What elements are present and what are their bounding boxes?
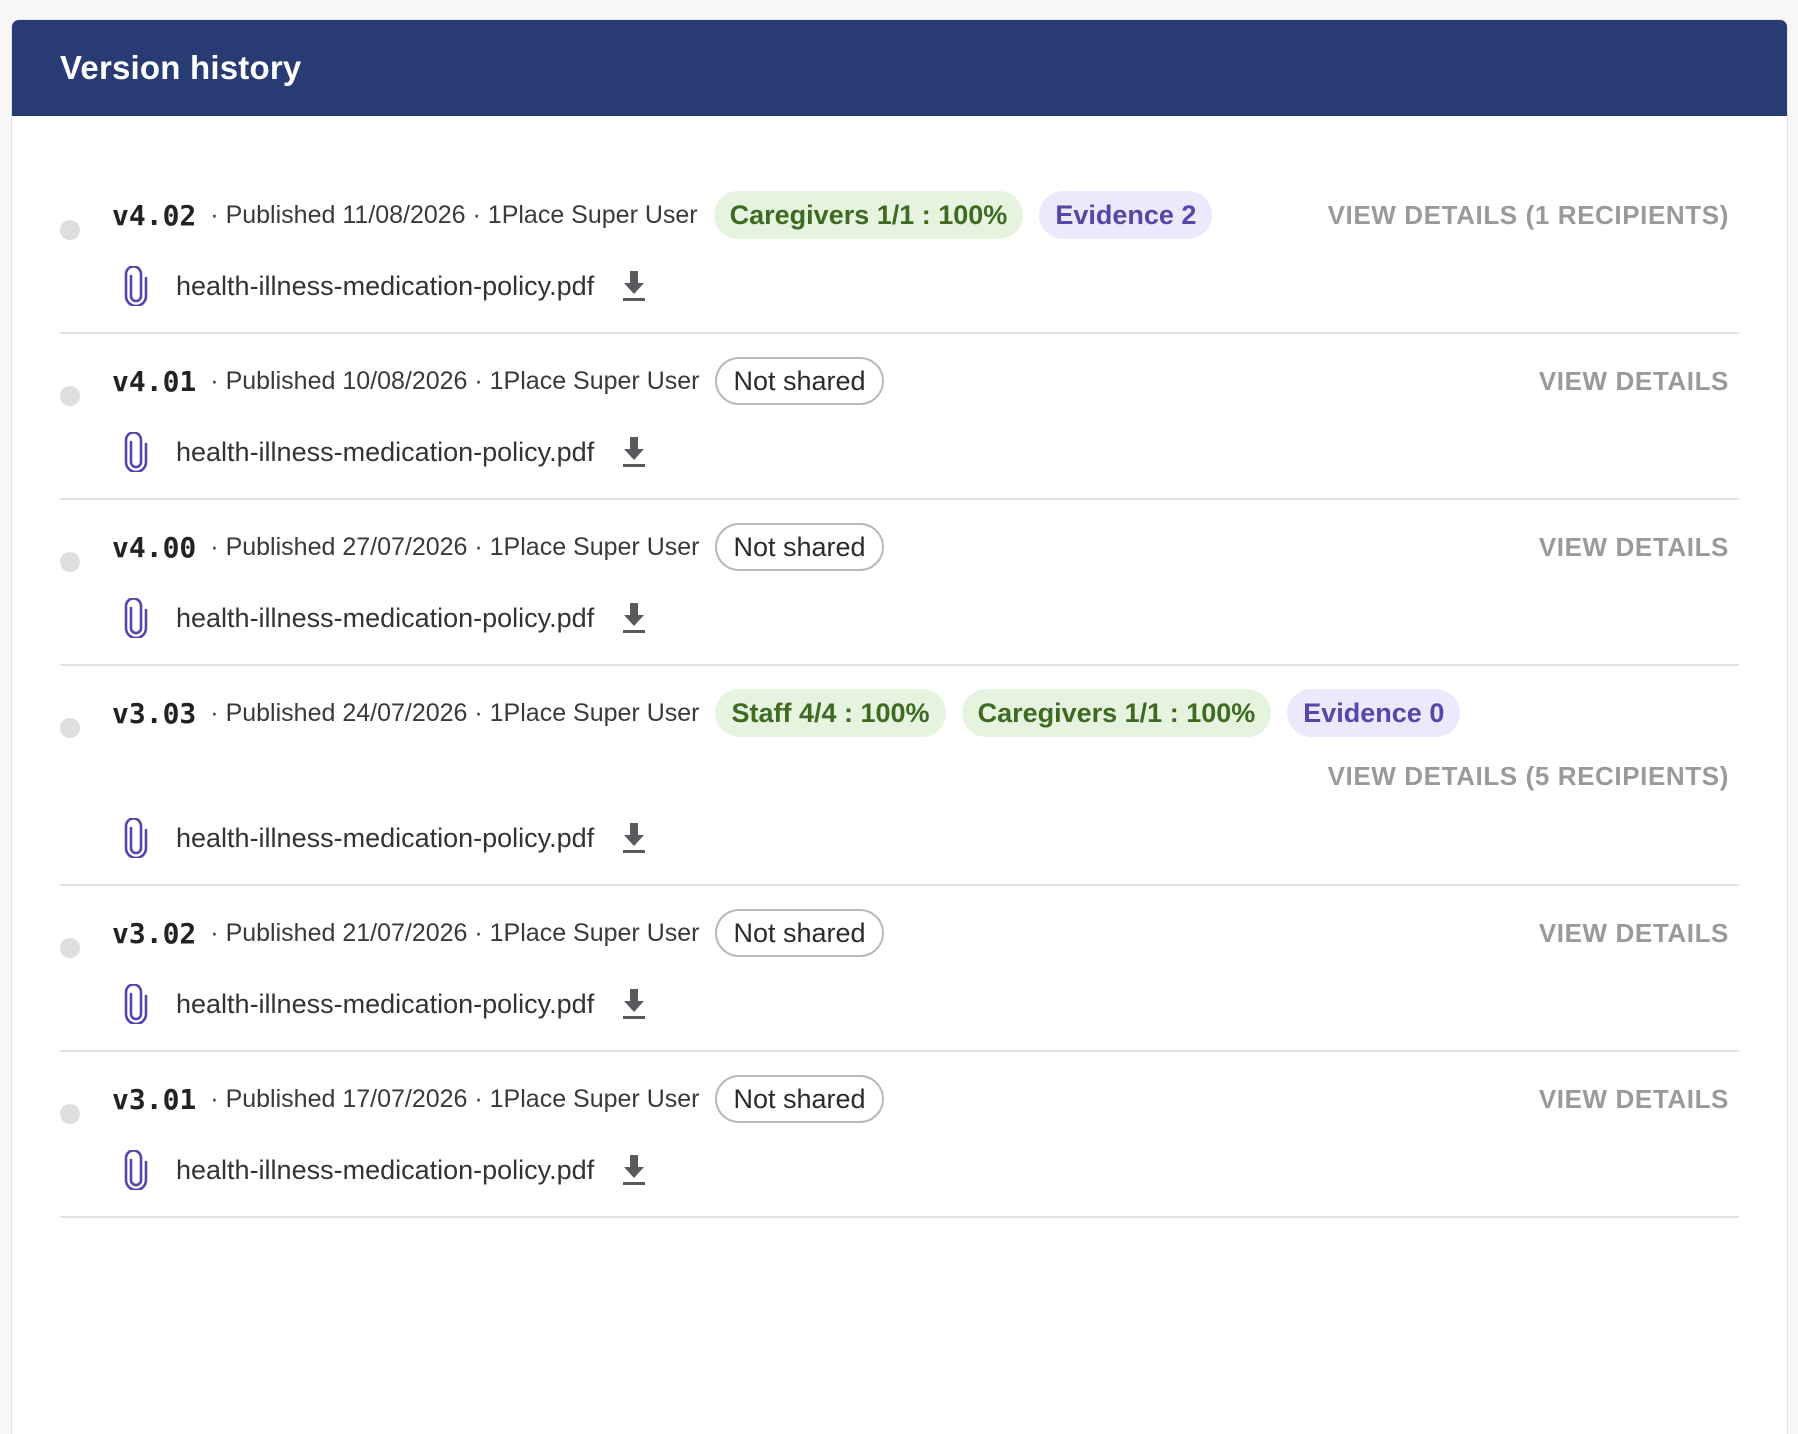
publish-meta: · Published 21/07/2026 · 1Place Super Us… <box>210 918 700 947</box>
attachment-filename[interactable]: health-illness-medication-policy.pdf <box>176 437 594 468</box>
view-details-link[interactable]: VIEW DETAILS (5 RECIPIENTS) <box>1328 761 1729 792</box>
version-row-header: v3.03 · Published 24/07/2026 · 1Place Su… <box>60 688 1739 738</box>
publish-meta: · Published 11/08/2026 · 1Place Super Us… <box>210 200 698 229</box>
attachment: health-illness-medication-policy.pdf <box>122 262 1739 310</box>
attachment-filename[interactable]: health-illness-medication-policy.pdf <box>176 989 594 1020</box>
version-number: v3.02 <box>112 916 197 950</box>
version-row: v3.01 · Published 17/07/2026 · 1Place Su… <box>60 1074 1739 1218</box>
version-row: v3.02 · Published 21/07/2026 · 1Place Su… <box>60 908 1739 1052</box>
version-number: v3.01 <box>112 1082 197 1116</box>
status-dot-icon <box>60 552 80 572</box>
publish-meta: · Published 27/07/2026 · 1Place Super Us… <box>210 532 700 561</box>
attachment: health-illness-medication-policy.pdf <box>122 980 1739 1028</box>
version-number: v4.01 <box>112 364 197 398</box>
download-icon[interactable] <box>620 601 648 635</box>
version-row: v4.02 · Published 11/08/2026 · 1Place Su… <box>60 190 1739 334</box>
completion-badge: Staff 4/4 : 100% <box>715 689 946 737</box>
version-number: v4.00 <box>112 530 197 564</box>
status-dot-icon <box>60 220 80 240</box>
paperclip-icon <box>122 817 150 860</box>
evidence-badge: Evidence 0 <box>1287 689 1461 737</box>
view-details-link[interactable]: VIEW DETAILS <box>1539 532 1729 563</box>
publish-meta: · Published 24/07/2026 · 1Place Super Us… <box>210 698 700 727</box>
download-icon[interactable] <box>620 435 648 469</box>
view-details-link[interactable]: VIEW DETAILS <box>1539 918 1729 949</box>
version-number: v3.03 <box>112 696 197 730</box>
version-row-header: v4.01 · Published 10/08/2026 · 1Place Su… <box>60 356 1739 406</box>
status-dot-icon <box>60 1104 80 1124</box>
version-number: v4.02 <box>112 198 197 232</box>
version-row: v3.03 · Published 24/07/2026 · 1Place Su… <box>60 688 1739 886</box>
paperclip-icon <box>122 983 150 1026</box>
not-shared-badge: Not shared <box>715 357 884 405</box>
not-shared-badge: Not shared <box>715 1075 884 1123</box>
publish-meta: · Published 17/07/2026 · 1Place Super Us… <box>210 1084 700 1113</box>
attachment: health-illness-medication-policy.pdf <box>122 1146 1739 1194</box>
version-row-header: v4.02 · Published 11/08/2026 · 1Place Su… <box>60 190 1739 240</box>
view-details-link[interactable]: VIEW DETAILS <box>1539 1084 1729 1115</box>
version-row-header: v3.01 · Published 17/07/2026 · 1Place Su… <box>60 1074 1739 1124</box>
version-list: v4.02 · Published 11/08/2026 · 1Place Su… <box>12 116 1787 1218</box>
attachment-filename[interactable]: health-illness-medication-policy.pdf <box>176 603 594 634</box>
completion-badge: Caregivers 1/1 : 100% <box>961 689 1272 737</box>
paperclip-icon <box>122 597 150 640</box>
status-dot-icon <box>60 718 80 738</box>
view-details-link[interactable]: VIEW DETAILS (1 RECIPIENTS) <box>1328 200 1729 231</box>
attachment-filename[interactable]: health-illness-medication-policy.pdf <box>176 271 594 302</box>
version-row: v4.01 · Published 10/08/2026 · 1Place Su… <box>60 356 1739 500</box>
panel-header: Version history <box>12 20 1787 116</box>
download-icon[interactable] <box>620 269 648 303</box>
version-history-panel: Version history v4.02 · Published 11/08/… <box>11 19 1788 1434</box>
not-shared-badge: Not shared <box>715 523 884 571</box>
attachment-filename[interactable]: health-illness-medication-policy.pdf <box>176 823 594 854</box>
panel-title: Version history <box>60 49 302 86</box>
paperclip-icon <box>122 431 150 474</box>
attachment: health-illness-medication-policy.pdf <box>122 814 1739 862</box>
paperclip-icon <box>122 1149 150 1192</box>
download-icon[interactable] <box>620 1153 648 1187</box>
version-row: v4.00 · Published 27/07/2026 · 1Place Su… <box>60 522 1739 666</box>
attachment-filename[interactable]: health-illness-medication-policy.pdf <box>176 1155 594 1186</box>
version-row-header: v3.02 · Published 21/07/2026 · 1Place Su… <box>60 908 1739 958</box>
view-details-link[interactable]: VIEW DETAILS <box>1539 366 1729 397</box>
attachment: health-illness-medication-policy.pdf <box>122 428 1739 476</box>
paperclip-icon <box>122 265 150 308</box>
status-dot-icon <box>60 386 80 406</box>
status-dot-icon <box>60 938 80 958</box>
not-shared-badge: Not shared <box>715 909 884 957</box>
evidence-badge: Evidence 2 <box>1039 191 1213 239</box>
version-row-header: v4.00 · Published 27/07/2026 · 1Place Su… <box>60 522 1739 572</box>
download-icon[interactable] <box>620 987 648 1021</box>
completion-badge: Caregivers 1/1 : 100% <box>713 191 1024 239</box>
publish-meta: · Published 10/08/2026 · 1Place Super Us… <box>210 366 700 395</box>
attachment: health-illness-medication-policy.pdf <box>122 594 1739 642</box>
download-icon[interactable] <box>620 821 648 855</box>
